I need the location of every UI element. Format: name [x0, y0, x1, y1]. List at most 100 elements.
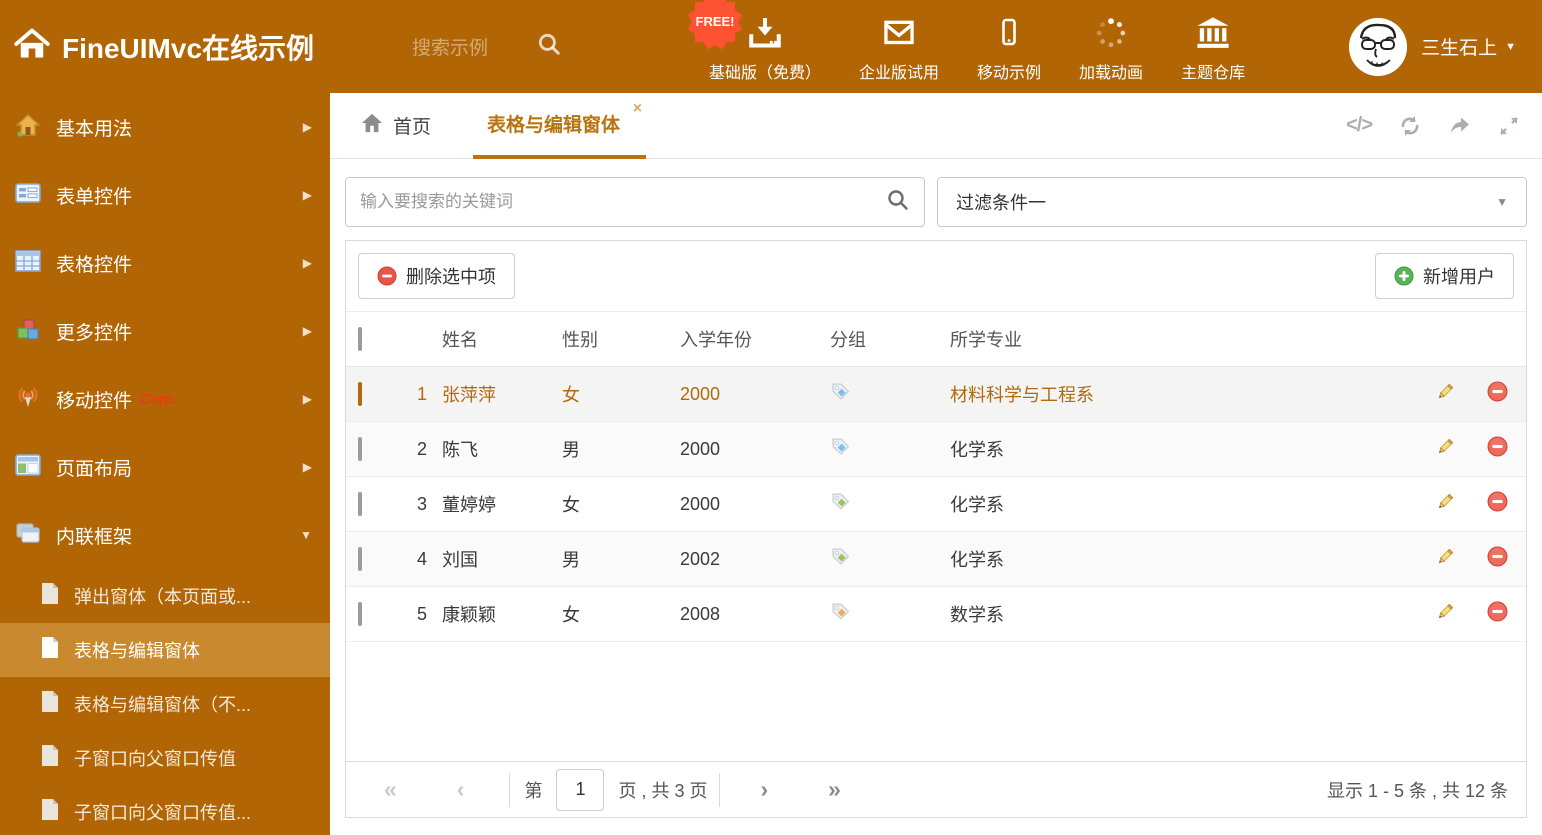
- sidebar-subitem-popup-window[interactable]: 弹出窗体（本页面或...: [0, 569, 330, 623]
- layout-icon: [15, 453, 41, 481]
- minus-circle-icon: [1487, 436, 1508, 462]
- major-link[interactable]: 化学系: [950, 550, 1004, 570]
- cell-name: 张萍萍: [442, 385, 496, 405]
- user-menu[interactable]: 三生石上 ▼: [1349, 17, 1516, 76]
- table-row[interactable]: 4 刘国 男 2002 化学系: [346, 532, 1526, 587]
- filter-dropdown[interactable]: 过滤条件一 ▼: [937, 177, 1527, 227]
- first-page-button[interactable]: «: [384, 778, 397, 801]
- sidebar-item-page-layout[interactable]: 页面布局 ▶: [0, 433, 330, 501]
- nav-theme-repository[interactable]: 主题仓库: [1181, 11, 1245, 83]
- tab-home[interactable]: 首页: [360, 112, 431, 139]
- tag-icon: [830, 438, 851, 461]
- nav-mobile-demos[interactable]: 移动示例: [977, 11, 1041, 83]
- page-suffix: 页 , 共 3 页: [618, 780, 708, 801]
- header-search[interactable]: 搜索示例: [412, 31, 627, 62]
- cell-year: 2000: [680, 438, 721, 459]
- nav-enterprise-trial[interactable]: 企业版试用: [859, 11, 939, 83]
- arrow-right-icon: ▶: [302, 120, 312, 134]
- prev-page-button[interactable]: ‹: [457, 778, 465, 801]
- sidebar-item-iframe[interactable]: 内联框架 ▼: [0, 501, 330, 569]
- table-header: 姓名 性别 入学年份 分组 所学专业: [346, 312, 1526, 367]
- edit-row-button[interactable]: [1422, 437, 1468, 462]
- caret-down-icon: ▼: [300, 528, 312, 542]
- row-checkbox[interactable]: [358, 436, 362, 461]
- sidebar-item-form-controls[interactable]: 表单控件 ▶: [0, 161, 330, 229]
- refresh-icon[interactable]: [1398, 114, 1422, 138]
- record-summary: 显示 1 - 5 条 , 共 12 条: [1326, 780, 1508, 801]
- app-window: FineUIMvc在线示例 搜索示例 FREE! 基础版（免费） 企业版试用 移…: [0, 0, 1542, 835]
- tab-close-icon[interactable]: ×: [633, 100, 642, 117]
- arrow-right-icon: ▶: [302, 392, 312, 406]
- minus-circle-icon: [1487, 601, 1508, 627]
- minus-circle-icon: [1487, 381, 1508, 407]
- delete-row-button[interactable]: [1468, 436, 1526, 462]
- table-row[interactable]: 3 董婷婷 女 2000 化学系: [346, 477, 1526, 532]
- file-icon: [40, 636, 60, 664]
- edit-row-button[interactable]: [1422, 492, 1468, 517]
- pencil-icon: [1435, 492, 1455, 517]
- delete-selected-button[interactable]: 删除选中项: [358, 253, 515, 299]
- table-row[interactable]: 5 康颖颖 女 2008 数学系: [346, 587, 1526, 642]
- grid-panel: 删除选中项 新增用户 姓名 性别 入学年份 分组 所学专业 1 张萍萍 女 20…: [345, 240, 1527, 818]
- major-link[interactable]: 化学系: [950, 495, 1004, 515]
- pencil-icon: [1435, 382, 1455, 407]
- edit-row-button[interactable]: [1422, 547, 1468, 572]
- tag-icon: [830, 493, 851, 516]
- view-source-icon[interactable]: </>: [1346, 114, 1373, 137]
- add-user-button[interactable]: 新增用户: [1375, 253, 1514, 299]
- download-icon: [745, 11, 785, 55]
- row-checkbox[interactable]: [358, 546, 362, 571]
- keyword-search-input[interactable]: [360, 192, 886, 212]
- row-number: 2: [416, 438, 427, 459]
- page-toolbar: </>: [1320, 114, 1520, 138]
- table-row[interactable]: 1 张萍萍 女 2000 材料科学与工程系: [346, 367, 1526, 422]
- page-number-input[interactable]: [556, 768, 605, 811]
- cell-group: [830, 491, 950, 517]
- sidebar-subitem-grid-edit-window[interactable]: 表格与编辑窗体: [0, 623, 330, 677]
- sidebar-item-mobile-controls[interactable]: 移动控件 Corp. ▶: [0, 365, 330, 433]
- sidebar-subitem-child-to-parent-2[interactable]: 子窗口向父窗口传值...: [0, 785, 330, 835]
- file-icon: [40, 582, 60, 610]
- table-row[interactable]: 2 陈飞 男 2000 化学系: [346, 422, 1526, 477]
- nav-basic-free[interactable]: 基础版（免费）: [709, 11, 821, 83]
- row-checkbox[interactable]: [358, 601, 362, 626]
- edit-row-button[interactable]: [1422, 602, 1468, 627]
- delete-row-button[interactable]: [1468, 381, 1526, 407]
- filter-row: 过滤条件一 ▼: [330, 159, 1542, 227]
- tag-icon: [830, 383, 851, 406]
- select-all-checkbox[interactable]: [358, 326, 362, 351]
- arrow-right-icon: ▶: [302, 188, 312, 202]
- major-link[interactable]: 材料科学与工程系: [950, 385, 1094, 405]
- nav-loading-animations[interactable]: 加载动画: [1079, 11, 1143, 83]
- main-content: 首页 表格与编辑窗体 × </> 输入要搜索的关键词 过滤条件一 ▼ 删除选中项…: [330, 93, 1542, 835]
- cell-gender: 女: [562, 385, 580, 405]
- sidebar-item-grid-controls[interactable]: 表格控件 ▶: [0, 229, 330, 297]
- cell-year: 2000: [680, 383, 721, 404]
- expand-icon[interactable]: [1498, 115, 1520, 137]
- edit-row-button[interactable]: [1422, 382, 1468, 407]
- user-name: 三生石上: [1421, 38, 1498, 59]
- grid-toolbar: 删除选中项 新增用户: [346, 241, 1526, 312]
- delete-row-button[interactable]: [1468, 491, 1526, 517]
- app-title: FineUIMvc在线示例: [62, 32, 315, 64]
- tab-grid-edit-window[interactable]: 表格与编辑窗体 ×: [473, 93, 647, 159]
- last-page-button[interactable]: »: [828, 778, 841, 801]
- next-page-button[interactable]: ›: [760, 778, 768, 801]
- brand-logo[interactable]: FineUIMvc在线示例: [0, 27, 412, 67]
- row-checkbox[interactable]: [358, 491, 362, 516]
- delete-row-button[interactable]: [1468, 601, 1526, 627]
- delete-row-button[interactable]: [1468, 546, 1526, 572]
- sidebar-item-more-controls[interactable]: 更多控件 ▶: [0, 297, 330, 365]
- major-link[interactable]: 数学系: [950, 605, 1004, 625]
- cell-year: 2000: [680, 493, 721, 514]
- header-search-icon[interactable]: [488, 31, 562, 62]
- share-icon[interactable]: [1448, 114, 1472, 138]
- major-link[interactable]: 化学系: [950, 440, 1004, 460]
- sidebar-subitem-grid-edit-window-2[interactable]: 表格与编辑窗体（不...: [0, 677, 330, 731]
- pager-divider: [719, 772, 721, 807]
- sidebar-subitem-child-to-parent[interactable]: 子窗口向父窗口传值: [0, 731, 330, 785]
- cell-group: [830, 381, 950, 407]
- search-icon[interactable]: [886, 188, 910, 217]
- sidebar-item-basic-usage[interactable]: 基本用法 ▶: [0, 93, 330, 161]
- row-checkbox[interactable]: [358, 381, 362, 406]
